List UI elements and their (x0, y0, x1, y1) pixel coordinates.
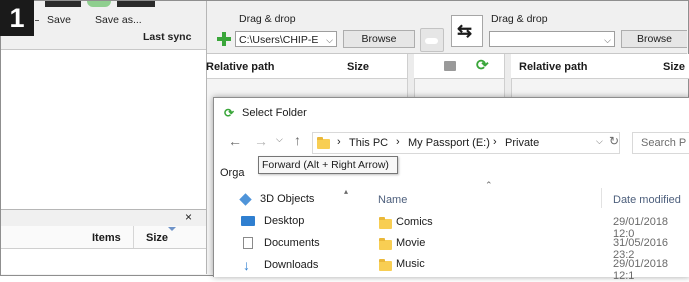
left-folder-path-value: C:\Users\CHIP-E (239, 34, 319, 46)
nav-item-documents[interactable]: Documents (243, 232, 354, 254)
breadcrumb-private[interactable]: Private (505, 137, 539, 149)
left-browse-button[interactable]: Browse (343, 30, 415, 48)
breadcrumb-sep-icon: › (337, 136, 341, 148)
items-column-header[interactable]: Items (92, 232, 121, 244)
nav-item-label: Documents (264, 237, 320, 249)
size-column-header[interactable]: Size (146, 232, 168, 244)
swap-arrows-icon: ⇆ (457, 21, 473, 41)
left-file-view-header: Relative path Size (206, 54, 407, 79)
save-as-button[interactable]: Save as... (95, 14, 142, 26)
forward-arrow-icon[interactable]: → (254, 133, 268, 149)
file-row-movie[interactable]: Movie 31/05/2016 23:2 (357, 234, 689, 261)
left-folder-path-combo[interactable]: C:\Users\CHIP-E ⌵ (235, 31, 337, 47)
freefilesync-icon: ⟳ (224, 106, 235, 120)
nav-item-desktop[interactable]: Desktop (241, 210, 354, 232)
column-divider (601, 188, 602, 208)
cube-icon (239, 193, 252, 206)
nav-item-label: Desktop (264, 215, 305, 227)
save-icon[interactable] (45, 1, 81, 7)
date-modified-column-header[interactable]: Date modified (613, 194, 681, 206)
chevron-down-icon[interactable]: ⌵ (326, 32, 333, 46)
select-folder-dialog: ⟳ Select Folder ← → ⌵ ↑ › This PC › My P… (213, 97, 689, 282)
nav-item-3d-objects[interactable]: 3D Objects (239, 188, 354, 210)
green-icon[interactable] (87, 1, 111, 7)
documents-icon (243, 237, 253, 249)
right-folder-path-combo[interactable]: ⌵ (489, 31, 615, 47)
left-size-header[interactable]: Size (347, 61, 369, 73)
name-column-header[interactable]: Name (378, 194, 407, 206)
sync-icon[interactable]: ⟳ (476, 56, 489, 74)
breadcrumb-drive[interactable]: My Passport (E:) (408, 137, 490, 149)
nav-item-label: Downloads (264, 259, 319, 271)
save-as-icon[interactable] (117, 1, 155, 7)
up-arrow-icon[interactable]: ↑ (294, 132, 301, 148)
folder-icon (379, 238, 392, 250)
navigation-bar: ← → ⌵ ↑ › This PC › My Passport (E:) › P… (214, 126, 689, 160)
swap-sides-button[interactable]: ⇆ (451, 15, 483, 47)
compare-icon[interactable] (444, 61, 456, 71)
column-divider (133, 226, 134, 248)
breadcrumb-sep-icon: › (396, 136, 400, 148)
right-drag-drop-label: Drag & drop (491, 13, 548, 25)
folder-pair-toolbar: Drag & drop C:\Users\CHIP-E ⌵ Browse ⇆ D… (207, 1, 687, 54)
desktop-icon (241, 216, 255, 226)
sort-arrow-icon (168, 227, 176, 231)
close-icon[interactable]: × (185, 210, 192, 224)
folder-icon (317, 137, 330, 149)
right-file-view-header: Relative path Size (511, 54, 689, 79)
right-relative-path-header[interactable]: Relative path (519, 61, 587, 73)
organise-menu[interactable]: Orga (220, 167, 244, 179)
nav-item-downloads[interactable]: ↓ Downloads (243, 254, 354, 276)
file-row-music[interactable]: Music 29/01/2018 12:1 (357, 255, 689, 282)
breadcrumb-this-pc[interactable]: This PC (349, 137, 388, 149)
download-arrow-icon: ↓ (243, 257, 250, 273)
step-number-badge: 1 (0, 0, 34, 36)
bottom-column-header: Items Size (1, 226, 206, 249)
separator-dash (35, 20, 39, 21)
left-drag-drop-label: Drag & drop (239, 13, 296, 25)
navigation-pane: ▴ 3D Objects Desktop Documents ↓ Downloa… (214, 187, 357, 277)
folder-icon (379, 217, 392, 229)
file-name: Comics (396, 216, 433, 228)
sync-config-panel: Save Save as... Last sync 1 × Items Size (0, 0, 207, 274)
breadcrumb-sep-icon: › (493, 136, 497, 148)
file-name: Movie (396, 237, 426, 249)
file-name: Music (396, 258, 425, 270)
chevron-down-icon[interactable]: ⌵ (604, 32, 611, 46)
file-row-comics[interactable]: Comics 29/01/2018 12:0 (357, 213, 689, 240)
nav-item-label: 3D Objects (260, 193, 315, 205)
right-size-header[interactable]: Size (663, 61, 685, 73)
file-list: ⌃ Name Date modified Comics 29/01/2018 1… (357, 180, 689, 282)
search-input[interactable]: Search P (632, 132, 689, 154)
middle-column-header: ⟳ (414, 54, 504, 79)
left-relative-path-header[interactable]: Relative path (206, 61, 274, 73)
recent-locations-chevron-icon[interactable]: ⌵ (276, 134, 283, 145)
forward-tooltip: Forward (Alt + Right Arrow) (258, 156, 398, 174)
save-button[interactable]: Save (47, 14, 71, 26)
refresh-icon[interactable]: ↻ (609, 134, 619, 148)
right-browse-button[interactable]: Browse (621, 30, 687, 48)
sort-ascending-icon: ⌃ (485, 180, 493, 190)
file-date: 29/01/2018 12:1 (613, 258, 669, 282)
address-dropdown-icon[interactable]: ⌵ (596, 136, 603, 147)
dialog-title: Select Folder (242, 107, 307, 119)
address-bar[interactable]: › This PC › My Passport (E:) › Private ⌵… (312, 132, 620, 154)
bottom-panel-titlebar: × (1, 210, 206, 226)
cloud-icon[interactable] (420, 28, 444, 52)
add-folder-icon[interactable] (217, 32, 231, 46)
last-sync-header[interactable]: Last sync (143, 31, 191, 43)
back-arrow-icon[interactable]: ← (228, 133, 242, 149)
folder-icon (379, 259, 392, 271)
